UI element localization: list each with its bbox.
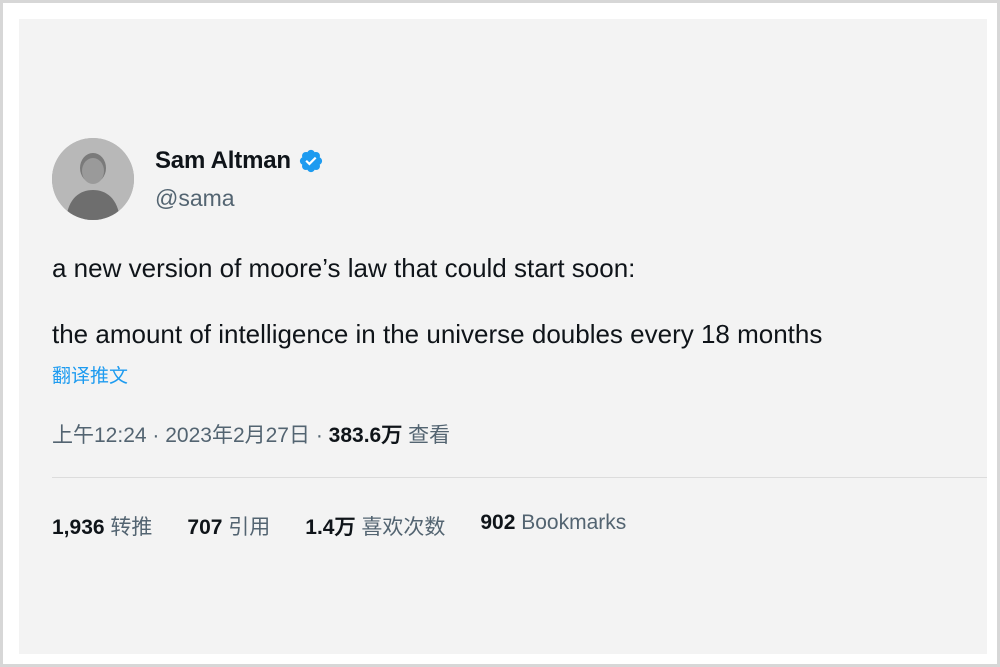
tweet-time[interactable]: 上午12:24: [52, 424, 147, 447]
avatar[interactable]: [52, 138, 134, 220]
likes-stat[interactable]: 1.4万 喜欢次数: [305, 511, 445, 541]
meta-separator: ·: [146, 424, 166, 447]
views-label: 查看: [408, 424, 451, 447]
tweet-text-line-2: the amount of intelligence in the univer…: [52, 319, 823, 349]
tweet-card: Sam Altman @sama a new version of moore’…: [19, 19, 987, 654]
author-handle[interactable]: @sama: [155, 185, 235, 212]
tweet-meta: 上午12:24 · 2023年2月27日 · 383.6万 查看: [52, 419, 450, 449]
retweets-stat[interactable]: 1,936 转推: [52, 511, 152, 541]
author-name[interactable]: Sam Altman: [155, 147, 291, 175]
avatar-image: [52, 138, 134, 220]
quotes-count: 707: [187, 516, 223, 539]
verified-badge-icon: [299, 149, 322, 173]
views-count: 383.6万: [328, 424, 403, 447]
engagement-stats: 1,936 转推 707 引用 1.4万 喜欢次数 902 Bookmarks: [52, 511, 661, 541]
author-name-row[interactable]: Sam Altman: [155, 147, 324, 175]
screenshot-frame: Sam Altman @sama a new version of moore’…: [0, 0, 1000, 667]
bookmarks-label: Bookmarks: [521, 511, 627, 534]
tweet-text-line-1: a new version of moore’s law that could …: [52, 253, 636, 283]
bookmarks-count: 902: [480, 511, 516, 534]
likes-count: 1.4万: [305, 516, 356, 539]
divider: [52, 477, 987, 478]
quotes-label: 引用: [228, 516, 271, 539]
quotes-stat[interactable]: 707 引用: [187, 511, 270, 541]
meta-separator: ·: [310, 424, 329, 447]
translate-tweet-link[interactable]: 翻译推文: [52, 361, 128, 388]
tweet-date[interactable]: 2023年2月27日: [165, 424, 310, 447]
retweets-count: 1,936: [52, 516, 105, 539]
retweets-label: 转推: [110, 516, 153, 539]
likes-label: 喜欢次数: [361, 516, 446, 539]
bookmarks-stat[interactable]: 902 Bookmarks: [480, 511, 626, 541]
